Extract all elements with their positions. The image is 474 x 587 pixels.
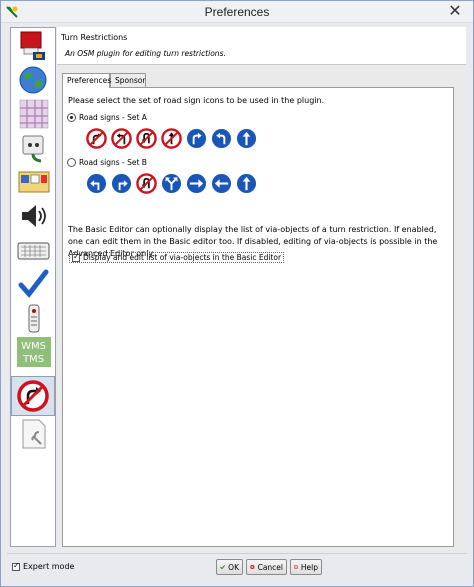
cancel-icon [250, 564, 255, 570]
close-window-button[interactable]: ✕ [443, 1, 467, 21]
help-button[interactable]: Help [290, 559, 322, 575]
sidebar-item-map-paint[interactable] [15, 98, 52, 130]
only-right-turn-icon [186, 128, 207, 149]
connection-plug-icon [22, 135, 44, 163]
sidebar-item-audio[interactable] [15, 200, 52, 232]
plugin-settings-icon [22, 419, 46, 449]
toolbar-icon [18, 171, 50, 193]
globe-icon [19, 66, 47, 94]
only-left-turn-b-icon [86, 173, 107, 194]
ok-check-icon [220, 565, 226, 570]
radio-set-a-row[interactable]: Road signs - Set A [67, 111, 147, 123]
expert-mode-checkbox[interactable] [12, 561, 20, 571]
fork-left-icon [161, 173, 182, 194]
no-straight-on-icon [161, 128, 182, 149]
display-settings-icon [20, 31, 45, 60]
radio-set-b-label: Road signs - Set B [79, 157, 147, 167]
sign-set-a [86, 128, 257, 150]
sidebar-item-plugin-settings[interactable] [15, 418, 52, 450]
wms-label: WMS [21, 341, 46, 352]
only-straight-on-icon [236, 128, 257, 149]
via-objects-checkbox-row[interactable]: Display and edit list of via-objects in … [69, 252, 285, 263]
preferences-window: Preferences ✕ WMS TMS Turn Restrictions … [0, 0, 474, 587]
sidebar-item-toolbar[interactable] [15, 166, 52, 198]
only-left-turn-icon [211, 128, 232, 149]
no-u-turn-icon [136, 128, 157, 149]
keyboard-icon [17, 242, 50, 260]
only-right-arrow-icon [186, 173, 207, 194]
audio-speaker-icon [22, 205, 46, 227]
turn-restriction-icon [17, 380, 49, 412]
expert-mode-label: Expert mode [23, 562, 75, 571]
tab-preferences[interactable]: Preferences [62, 73, 111, 88]
preferences-sidebar: WMS TMS [10, 27, 56, 547]
sidebar-item-turn-restrictions[interactable] [11, 376, 55, 416]
preferences-tab-content: Please select the set of road sign icons… [62, 87, 454, 547]
map-paint-icon [19, 99, 49, 129]
no-u-turn-b-icon [136, 173, 157, 194]
ok-button[interactable]: OK [216, 559, 243, 575]
only-straight-on-b-icon [236, 173, 257, 194]
wms-tms-icon: WMS TMS [17, 337, 51, 367]
expert-mode-row[interactable]: Expert mode [12, 561, 75, 571]
radio-set-b[interactable] [67, 157, 76, 167]
sidebar-item-keyboard[interactable] [15, 234, 52, 266]
sidebar-item-globe[interactable] [15, 64, 52, 96]
radio-set-b-row[interactable]: Road signs - Set B [67, 156, 147, 168]
help-button-label: Help [300, 562, 318, 572]
sidebar-item-remote-control[interactable] [15, 302, 52, 334]
only-right-turn-b-icon [111, 173, 132, 194]
radio-set-a-label: Road signs - Set A [79, 112, 147, 122]
help-icon [294, 564, 298, 570]
radio-set-a[interactable] [67, 112, 76, 122]
no-left-turn-icon [111, 128, 132, 149]
tab-sponsor[interactable]: Sponsor [110, 73, 146, 87]
sidebar-item-validator[interactable] [15, 268, 52, 300]
cancel-button[interactable]: Cancel [246, 559, 287, 575]
ok-button-label: OK [228, 562, 239, 572]
title-bar: Preferences ✕ [1, 1, 473, 23]
plugin-title: Turn Restrictions [61, 33, 128, 42]
cancel-button-label: Cancel [257, 562, 283, 572]
footer-separator [7, 553, 467, 554]
no-right-turn-icon [86, 128, 107, 149]
sidebar-item-connection[interactable] [15, 132, 52, 164]
only-left-arrow-icon [211, 173, 232, 194]
sign-set-b [86, 173, 257, 195]
plugin-header: Turn Restrictions An OSM plugin for edit… [57, 27, 466, 65]
preferences-main-panel: Turn Restrictions An OSM plugin for edit… [57, 27, 466, 547]
sidebar-item-display[interactable] [15, 30, 52, 62]
via-objects-checkbox-label: Display and edit list of via-objects in … [83, 253, 282, 262]
tms-label: TMS [22, 354, 44, 365]
sidebar-item-wms-tms[interactable]: WMS TMS [15, 336, 52, 368]
plugin-description: An OSM plugin for editing turn restricti… [65, 49, 226, 58]
window-title: Preferences [204, 5, 270, 19]
icon-set-instruction: Please select the set of road sign icons… [68, 96, 325, 105]
validator-checkmark-icon [18, 269, 49, 298]
remote-control-icon [28, 304, 40, 333]
via-objects-checkbox[interactable] [72, 252, 80, 262]
